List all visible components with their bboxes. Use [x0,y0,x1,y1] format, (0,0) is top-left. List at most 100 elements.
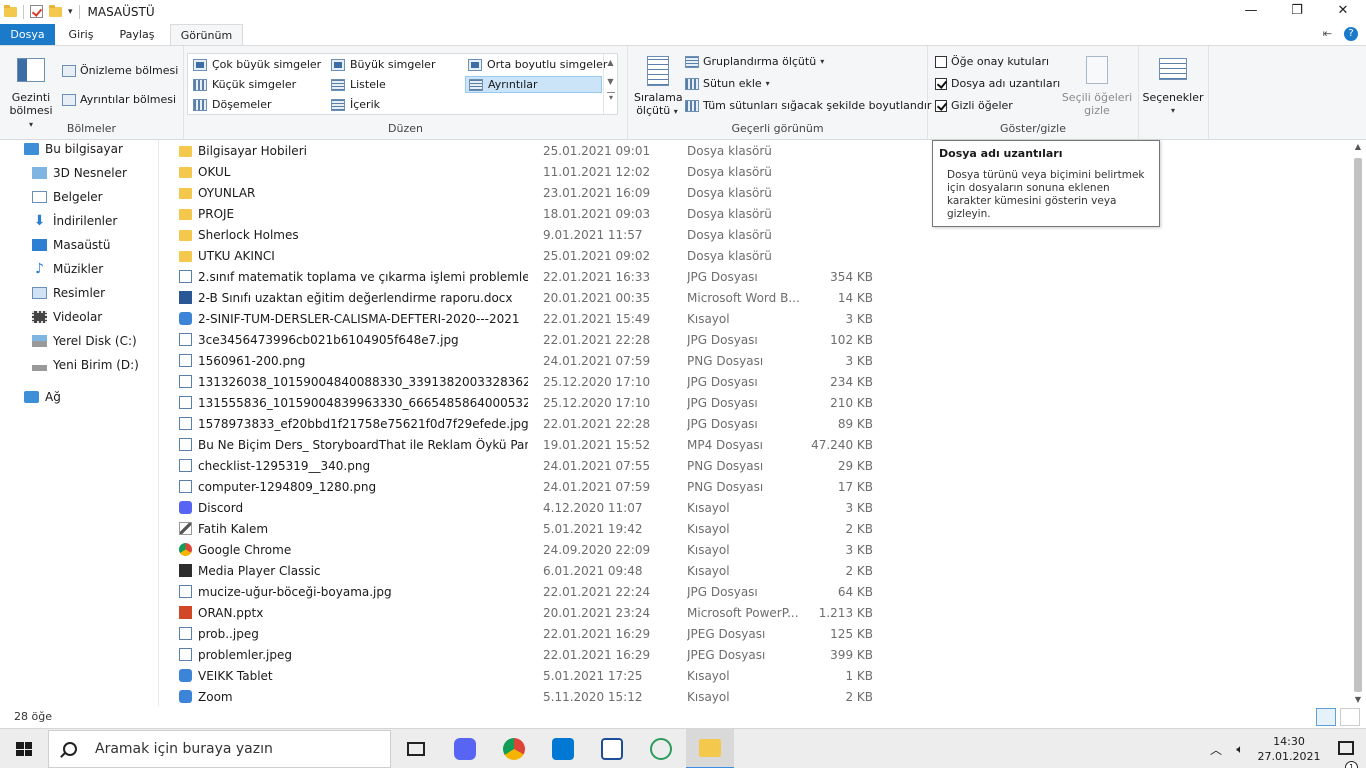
properties-icon[interactable] [30,5,43,18]
file-row[interactable]: OKUL 11.01.2021 12:02 Dosya klasörü [176,162,876,183]
file-name: ORAN.pptx [198,606,264,620]
file-row[interactable]: Bu Ne Biçim Ders_ StoryboardThat ile Rek… [176,435,876,456]
minimize-button[interactable]: — [1228,0,1274,23]
file-row[interactable]: ORAN.pptx 20.01.2021 23:24 Microsoft Power… [176,603,876,624]
nav-item-network[interactable]: Ağ [24,390,61,404]
scroll-down-icon[interactable]: ▼ [604,77,617,86]
file-row[interactable]: computer-1294809_1280.png 24.01.2021 07:5… [176,477,876,498]
file-row[interactable]: Zoom 5.11.2020 15:12 Kısayol 2 KB [176,687,876,708]
start-button[interactable] [0,729,48,768]
taskbar-atom[interactable] [637,729,685,768]
task-view-button[interactable] [392,729,440,768]
layout-extra-large-icons[interactable]: Çok büyük simgeler [193,58,321,71]
layout-details[interactable]: Ayrıntılar [465,76,602,93]
nav-item-downloads[interactable]: ⬇ İndirilenler [32,214,118,228]
layout-gallery-scroller[interactable]: ▲ ▼ ▾ [603,54,617,114]
file-row[interactable]: 3ce3456473996cb021b6104905f648e7.jpg 22.0… [176,330,876,351]
file-row[interactable]: OYUNLAR 23.01.2021 16:09 Dosya klasörü [176,183,876,204]
size-all-columns-button[interactable]: Tüm sütunları sığacak şekilde boyutlandı… [685,99,931,112]
file-row[interactable]: checklist-1295319__340.png 24.01.2021 07:… [176,456,876,477]
scroll-down-icon[interactable]: ▼ [1350,695,1366,704]
sort-by-button[interactable]: Sıralama ölçütü ▾ [634,52,683,120]
taskbar-chrome[interactable] [490,729,538,768]
expand-gallery-icon[interactable]: ▾ [607,92,615,102]
file-row[interactable]: problemler.jpeg 22.01.2021 16:29 JPEG Dosy… [176,645,876,666]
notification-center-button[interactable]: 1 [1326,740,1366,768]
layout-list[interactable]: Listele [331,78,386,91]
item-checkboxes-toggle[interactable]: Öğe onay kutuları [935,55,1049,68]
file-extensions-checkbox[interactable] [935,77,947,90]
pin-ribbon-icon[interactable]: ⇤ [1323,27,1332,41]
customize-toolbar-icon[interactable]: ▾ [68,7,73,17]
large-icons-view-button[interactable] [1340,708,1360,726]
ribbon-tabs: Dosya Giriş Paylaş Görünüm ⇤ ? [0,23,1366,45]
layout-small-icons[interactable]: Küçük simgeler [193,78,296,91]
file-row[interactable]: Media Player Classic 6.01.2021 09:48 Kısay… [176,561,876,582]
file-row[interactable]: 1578973833_ef20bbd1f21758e75621f0d7f29ef… [176,414,876,435]
taskbar-vscode[interactable] [539,729,587,768]
file-row[interactable]: PROJE 18.01.2021 09:03 Dosya klasörü [176,204,876,225]
options-button[interactable]: Seçenekler ▾ [1139,52,1207,120]
nav-item-local-disk-c[interactable]: Yerel Disk (C:) [32,334,137,348]
file-row[interactable]: 2-B Sınıfı uzaktan eğitim değerlendirme … [176,288,876,309]
add-column-button[interactable]: Sütun ekle ▾ [685,77,770,90]
taskbar: Aramak için buraya yazın ︿ 🔈︎ 14:30 27.0… [0,728,1366,768]
nav-item-3d-objects[interactable]: 3D Nesneler [32,166,127,180]
nav-item-documents[interactable]: Belgeler [32,190,103,204]
file-row[interactable]: Bilgisayar Hobileri 25.01.2021 09:01 Dosya… [176,141,876,162]
file-row[interactable]: VEIKK Tablet 5.01.2021 17:25 Kısayol 1 KB [176,666,876,687]
file-row[interactable]: 131555836_10159004839963330_666548586400… [176,393,876,414]
file-extensions-toggle[interactable]: Dosya adı uzantıları [935,77,1060,90]
scroll-up-icon[interactable]: ▲ [1350,142,1366,151]
details-view-button[interactable] [1316,708,1336,726]
nav-item-desktop[interactable]: Masaüstü [32,238,110,252]
taskbar-file-explorer[interactable] [686,729,734,768]
navigation-pane-button[interactable]: Gezinti bölmesi ▾ [8,52,54,129]
tab-home[interactable]: Giriş [60,24,102,45]
scrollbar-thumb[interactable] [1354,158,1362,692]
tab-share[interactable]: Paylaş [112,24,162,45]
maximize-button[interactable]: ❐ [1274,0,1320,23]
nav-item-new-volume-d[interactable]: Yeni Birim (D:) [32,358,139,372]
layout-tiles[interactable]: Döşemeler [193,98,272,111]
file-row[interactable]: prob..jpeg 22.01.2021 16:29 JPEG Dosyası 12… [176,624,876,645]
file-row[interactable]: 2.sınıf matematik toplama ve çıkarma işl… [176,267,876,288]
layout-large-icons[interactable]: Büyük simgeler [331,58,435,71]
clock[interactable]: 14:30 27.01.2021 [1252,734,1326,764]
chevron-up-icon[interactable]: ︿ [1204,741,1228,758]
taskbar-visual-basic[interactable] [588,729,636,768]
nav-item-videos[interactable]: Videolar [32,310,102,324]
tab-view[interactable]: Görünüm [170,24,243,45]
file-row[interactable]: Fatih Kalem 5.01.2021 19:42 Kısayol 2 KB [176,519,876,540]
hide-selected-items-button[interactable]: Seçili öğeleri gizle [1060,52,1134,120]
scroll-up-icon[interactable]: ▲ [604,58,617,67]
file-row[interactable]: Sherlock Holmes 9.01.2021 11:57 Dosya klas… [176,225,876,246]
item-checkboxes-checkbox[interactable] [935,55,947,68]
layout-content[interactable]: İçerik [331,98,380,111]
close-button[interactable]: ✕ [1320,0,1366,23]
file-row[interactable]: 1560961-200.png 24.01.2021 07:59 PNG Dosya… [176,351,876,372]
hidden-items-checkbox[interactable] [935,99,947,112]
details-pane-button[interactable]: Ayrıntılar bölmesi [62,93,176,106]
layout-medium-icons[interactable]: Orta boyutlu simgeler [468,58,607,71]
help-icon[interactable]: ? [1344,27,1358,41]
file-row[interactable]: 131326038_10159004840088330_339138200332… [176,372,876,393]
file-row[interactable]: UTKU AKINCI 25.01.2021 09:02 Dosya klasörü [176,246,876,267]
file-row[interactable]: mucize-uğur-böceği-boyama.jpg 22.01.2021 … [176,582,876,603]
nav-item-pictures[interactable]: Resimler [32,286,105,300]
group-by-button[interactable]: Gruplandırma ölçütü ▾ [685,55,824,68]
vertical-scrollbar[interactable]: ▲ ▼ [1350,140,1366,706]
preview-pane-button[interactable]: Önizleme bölmesi [62,64,178,77]
hidden-items-toggle[interactable]: Gizli öğeler [935,99,1013,112]
file-row[interactable]: Discord 4.12.2020 11:07 Kısayol 3 KB [176,498,876,519]
taskbar-search[interactable]: Aramak için buraya yazın [48,730,391,768]
new-folder-icon[interactable] [49,4,62,17]
file-row[interactable]: Google Chrome 24.09.2020 22:09 Kısayol 3 KB [176,540,876,561]
file-size: 2 KB [845,522,873,536]
nav-item-this-pc[interactable]: Bu bilgisayar [24,142,123,156]
tab-file[interactable]: Dosya [0,24,55,45]
nav-item-music[interactable]: ♪ Müzikler [32,262,103,276]
volume-icon[interactable]: 🔈︎ [1228,742,1252,757]
file-row[interactable]: 2-SINIF-TUM-DERSLER-CALISMA-DEFTERI-2020… [176,309,876,330]
taskbar-discord[interactable] [441,729,489,768]
